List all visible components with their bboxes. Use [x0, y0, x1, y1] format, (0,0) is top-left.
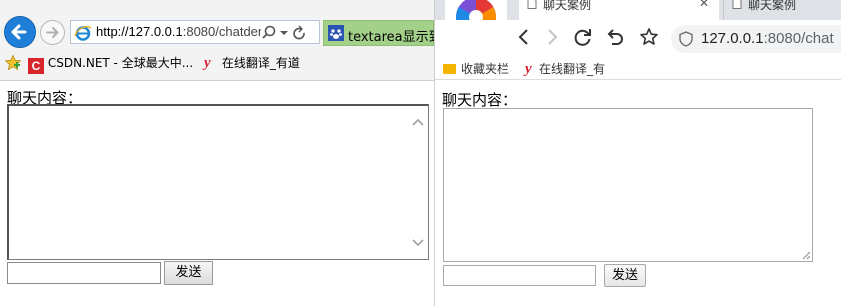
- address-url: http://127.0.0.1:8080/chatden: [96, 24, 265, 39]
- favorite-csdn-label: CSDN.NET - 全球最大中...: [47, 56, 194, 70]
- url-rest: :8080/chatden: [182, 24, 266, 39]
- shield-icon: [679, 31, 693, 47]
- reload-icon[interactable]: [573, 27, 593, 47]
- tab-title: 聊天案例: [543, 0, 592, 12]
- undo-icon[interactable]: [605, 27, 625, 47]
- send-button[interactable]: 发送: [604, 264, 646, 287]
- chat-content-label: 聊天内容：: [442, 91, 518, 109]
- chat-textarea[interactable]: [7, 104, 429, 260]
- arrow-left-icon: [11, 24, 27, 40]
- omnibox-url: 127.0.0.1:8080/chat: [701, 30, 834, 47]
- send-button[interactable]: 发送: [164, 261, 213, 285]
- chrome-browser-window: 聊天案例 ✕ 聊天案例 127.0.0.1:8080/chat 收藏夹栏 y 在…: [434, 0, 841, 306]
- tab-title: textarea显示到: [348, 30, 434, 45]
- scroll-down-icon[interactable]: [412, 239, 424, 247]
- url-host: 127.0.0.1: [701, 30, 764, 47]
- bookmark-youdao[interactable]: y 在线翻译_有: [525, 60, 605, 78]
- forward-button[interactable]: [40, 20, 65, 45]
- chrome-page-content: 聊天内容： 发送: [435, 80, 841, 306]
- favorite-youdao-label: 在线翻译_有道: [221, 56, 300, 70]
- chat-textarea[interactable]: [443, 108, 813, 262]
- address-tools: [261, 23, 317, 43]
- tab-chat-case-2[interactable]: 聊天案例: [723, 0, 841, 20]
- address-bar[interactable]: http://127.0.0.1:8080/chatden: [70, 20, 320, 44]
- back-icon[interactable]: [515, 27, 533, 47]
- document-icon: [732, 0, 742, 9]
- document-icon: [527, 0, 537, 9]
- url-host: http://127.0.0.1: [96, 24, 183, 39]
- bookmark-label: 收藏夹栏: [461, 62, 510, 76]
- favorites-bar: C CSDN.NET - 全球最大中... y 在线翻译_有道: [0, 50, 434, 76]
- youdao-icon: y: [204, 55, 211, 71]
- forward-icon[interactable]: [543, 27, 561, 47]
- resize-grip-icon[interactable]: [802, 251, 811, 260]
- favorite-csdn[interactable]: C CSDN.NET - 全球最大中...: [28, 54, 194, 74]
- youdao-icon: y: [525, 61, 532, 77]
- ie-browser-window: http://127.0.0.1:8080/chatden textarea显示…: [0, 0, 434, 306]
- csdn-icon: C: [28, 58, 44, 74]
- favorites-star-icon[interactable]: [4, 54, 22, 72]
- chrome-toolbar: 127.0.0.1:8080/chat: [435, 20, 841, 56]
- ie-navbar: http://127.0.0.1:8080/chatden textarea显示…: [0, 0, 434, 48]
- url-rest: :8080/chat: [763, 30, 834, 47]
- message-input[interactable]: [7, 262, 161, 284]
- ie-logo-icon: [74, 26, 92, 41]
- refresh-icon[interactable]: [293, 25, 305, 40]
- chevron-down-icon[interactable]: [280, 31, 288, 35]
- bookmark-star-icon[interactable]: [639, 27, 659, 47]
- favorite-youdao[interactable]: y 在线翻译_有道: [204, 54, 300, 72]
- tab-chat-case-1[interactable]: 聊天案例 ✕: [519, 0, 719, 20]
- arrow-right-icon: [46, 27, 59, 38]
- back-button[interactable]: [4, 16, 36, 48]
- scroll-up-icon[interactable]: [412, 118, 424, 126]
- tab-title: 聊天案例: [748, 0, 797, 12]
- bookmark-label: 在线翻译_有: [539, 62, 606, 76]
- tab-active[interactable]: textarea显示到: [323, 20, 434, 46]
- message-input[interactable]: [443, 265, 596, 286]
- bookmark-favorites-folder[interactable]: 收藏夹栏: [443, 60, 509, 77]
- ie-page-content: 聊天内容： 发送: [0, 81, 434, 306]
- bookmarks-bar: 收藏夹栏 y 在线翻译_有: [435, 56, 841, 80]
- omnibox[interactable]: 127.0.0.1:8080/chat: [671, 25, 841, 53]
- folder-icon: [443, 64, 456, 74]
- ie-chrome: http://127.0.0.1:8080/chatden textarea显示…: [0, 0, 434, 80]
- baidu-paw-icon: [328, 25, 344, 41]
- search-icon[interactable]: [262, 25, 276, 39]
- close-icon[interactable]: ✕: [699, 0, 709, 10]
